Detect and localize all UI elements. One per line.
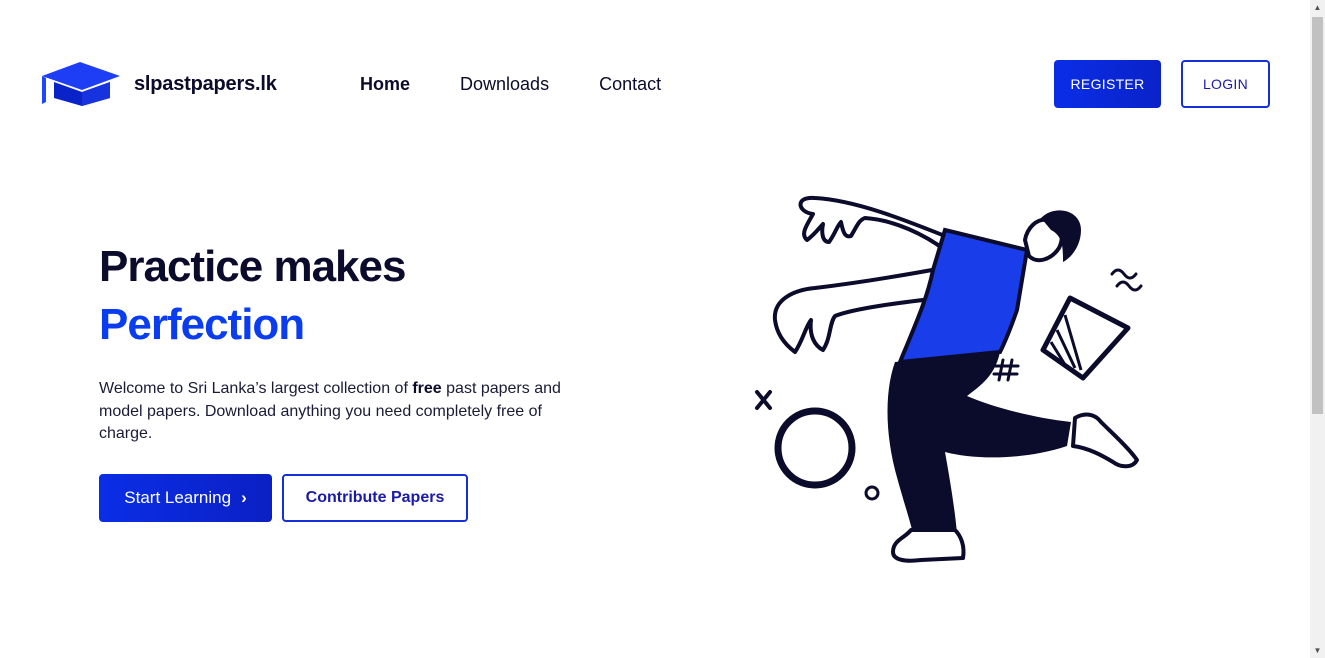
nav-contact[interactable]: Contact — [599, 74, 661, 95]
scroll-up-arrow-icon[interactable]: ▲ — [1310, 0, 1325, 15]
hero-title: Practice makes Perfection — [99, 238, 406, 354]
graduation-cap-icon — [42, 62, 120, 106]
vertical-scrollbar[interactable]: ▲ ▼ — [1310, 0, 1325, 658]
page: slpastpapers.lk Home Downloads Contact R… — [0, 0, 1310, 658]
register-button[interactable]: REGISTER — [1054, 60, 1161, 108]
scrollbar-thumb[interactable] — [1312, 17, 1323, 414]
hero-title-line2: Perfection — [99, 300, 305, 349]
squiggle-doodle-icon — [1110, 268, 1143, 292]
site-logo[interactable]: slpastpapers.lk — [40, 60, 277, 108]
circle-doodle-icon — [774, 407, 856, 489]
login-button[interactable]: LOGIN — [1181, 60, 1270, 108]
brand-name: slpastpapers.lk — [134, 72, 277, 95]
chevron-right-icon: › — [241, 488, 247, 507]
spiral-doodle-icon — [864, 485, 880, 501]
hero-text-before: Welcome to Sri Lanka’s largest collectio… — [99, 380, 413, 397]
cross-doodle-icon — [755, 390, 772, 410]
scroll-down-arrow-icon[interactable]: ▼ — [1310, 643, 1325, 658]
start-learning-button[interactable]: Start Learning › — [99, 474, 272, 522]
nav-downloads[interactable]: Downloads — [460, 74, 549, 95]
nav-home[interactable]: Home — [360, 74, 410, 95]
hash-doodle-icon — [992, 358, 1020, 382]
hero-text-bold: free — [412, 380, 442, 397]
student-illustration — [755, 195, 1143, 563]
hero-description: Welcome to Sri Lanka’s largest collectio… — [99, 378, 569, 446]
main-nav: Home Downloads Contact — [360, 74, 661, 95]
start-learning-label: Start Learning — [124, 488, 232, 507]
pyramid-doodle-icon — [1040, 295, 1131, 381]
contribute-papers-button[interactable]: Contribute Papers — [282, 474, 468, 522]
hero-title-line1: Practice makes — [99, 242, 406, 291]
